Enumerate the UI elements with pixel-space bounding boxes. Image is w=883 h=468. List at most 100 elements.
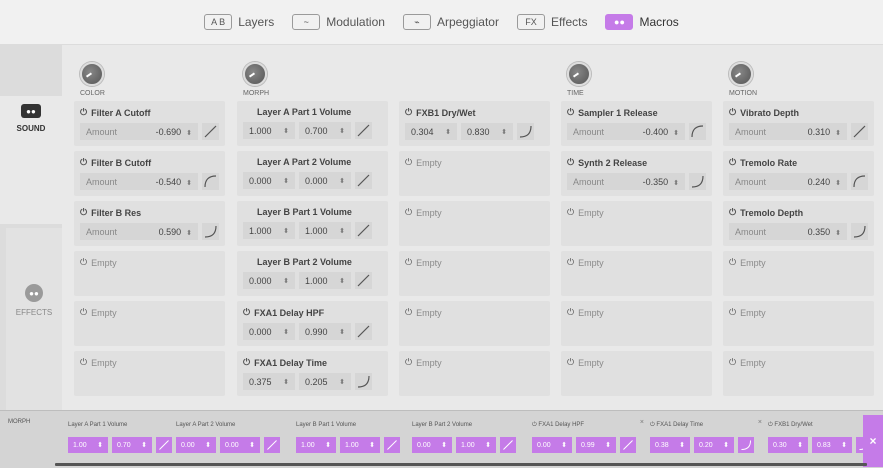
range-min-field[interactable]: 1.000 ⬍ (243, 222, 295, 239)
macro-slot[interactable]: Layer A Part 2 Volume 0.000 ⬍ 0.000 ⬍ (237, 151, 388, 196)
power-icon[interactable]: ⏻ (729, 357, 736, 368)
range-max-field[interactable]: 1.000 ⬍ (299, 222, 351, 239)
macro-slot[interactable]: ⏻ Filter B Res Amount 0.590 ⬍ (74, 201, 225, 246)
macro-slot[interactable]: ⏻ Empty (561, 251, 712, 296)
range-min-field[interactable]: 0.00 ⬍ (532, 437, 572, 453)
spinner-icon[interactable]: ⬍ (797, 441, 803, 449)
spinner-icon[interactable]: ⬍ (369, 441, 375, 449)
spinner-icon[interactable]: ⬍ (339, 328, 345, 336)
macro-slot[interactable]: ⏻ Sampler 1 Release Amount -0.400 ⬍ (561, 101, 712, 146)
power-icon[interactable]: ⏻ (405, 157, 412, 168)
macro-knob[interactable] (243, 62, 267, 86)
macro-slot[interactable]: ⏻ Tremolo Rate Amount 0.240 ⬍ (723, 151, 874, 196)
macro-slot[interactable]: ⏻ Empty (399, 301, 550, 346)
spinner-icon[interactable]: ⬍ (283, 177, 289, 185)
power-icon[interactable]: ⏻ (405, 357, 412, 368)
tab-arpeggiator[interactable]: ⌁ Arpeggiator (402, 14, 499, 30)
power-icon[interactable]: ⏻ (729, 257, 736, 268)
range-min-field[interactable]: 1.000 ⬍ (243, 122, 295, 139)
macro-slot[interactable]: ⏻ Empty (723, 301, 874, 346)
macro-slot[interactable]: ⏻ Empty (74, 301, 225, 346)
sidebar-item-effects[interactable]: ●● EFFECTS (6, 228, 62, 410)
curve-icon[interactable] (517, 123, 534, 140)
range-max-field[interactable]: 0.70 ⬍ (112, 437, 152, 453)
macro-slot[interactable]: Layer B Part 1 Volume 1.000 ⬍ 1.000 ⬍ (237, 201, 388, 246)
macro-knob[interactable] (567, 62, 591, 86)
curve-icon[interactable] (738, 437, 754, 453)
curve-icon[interactable] (851, 223, 868, 240)
curve-icon[interactable] (355, 272, 372, 289)
range-min-field[interactable]: 0.000 ⬍ (243, 272, 295, 289)
range-min-field[interactable]: 0.00 ⬍ (412, 437, 452, 453)
macro-slot[interactable]: ⏻ Empty (399, 151, 550, 196)
curve-icon[interactable] (500, 437, 516, 453)
spinner-icon[interactable]: ⬍ (605, 441, 611, 449)
spinner-icon[interactable]: ⬍ (141, 441, 147, 449)
bottom-morph-slot[interactable]: Layer A Part 2 Volume 0.00 ⬍ 0.00 ⬍ (176, 419, 288, 464)
macro-slot[interactable]: ⏻ Filter A Cutoff Amount -0.690 ⬍ (74, 101, 225, 146)
curve-icon[interactable] (156, 437, 172, 453)
power-icon[interactable]: ⏻ (405, 257, 412, 268)
range-min-field[interactable]: 1.00 ⬍ (68, 437, 108, 453)
curve-icon[interactable] (355, 323, 372, 340)
curve-icon[interactable] (264, 437, 280, 453)
power-icon[interactable]: ⏻ (405, 307, 412, 318)
spinner-icon[interactable]: ⬍ (841, 441, 847, 449)
curve-icon[interactable] (355, 172, 372, 189)
amount-field[interactable]: Amount 0.240 ⬍ (729, 173, 847, 190)
amount-field[interactable]: Amount -0.540 ⬍ (80, 173, 198, 190)
remove-icon[interactable]: × (640, 419, 644, 426)
range-min-field[interactable]: 0.30 ⬍ (768, 437, 808, 453)
spinner-icon[interactable]: ⬍ (561, 441, 567, 449)
spinner-icon[interactable]: ⬍ (501, 128, 507, 136)
power-icon[interactable]: ⏻ (567, 107, 574, 118)
spinner-icon[interactable]: ⬍ (186, 130, 192, 137)
sidebar-item-sound[interactable]: ●● SOUND (0, 96, 62, 224)
horizontal-scrollbar[interactable] (55, 463, 867, 466)
power-icon[interactable]: ⏻ (729, 207, 736, 218)
curve-icon[interactable] (689, 123, 706, 140)
power-icon[interactable]: ⏻ (567, 307, 574, 318)
macro-slot[interactable]: ⏻ FXA1 Delay HPF 0.000 ⬍ 0.990 ⬍ (237, 301, 388, 346)
curve-icon[interactable] (202, 123, 219, 140)
power-icon[interactable]: ⏻ (729, 157, 736, 168)
range-max-field[interactable]: 0.000 ⬍ (299, 172, 351, 189)
spinner-icon[interactable]: ⬍ (186, 230, 192, 237)
power-icon[interactable]: ⏻ (729, 107, 736, 118)
spinner-icon[interactable]: ⬍ (339, 127, 345, 135)
power-icon[interactable]: ⏻ (80, 107, 87, 118)
range-min-field[interactable]: 0.375 ⬍ (243, 373, 295, 390)
spinner-icon[interactable]: ⬍ (283, 277, 289, 285)
spinner-icon[interactable]: ⬍ (835, 180, 841, 187)
power-icon[interactable]: ⏻ (243, 357, 250, 368)
spinner-icon[interactable]: ⬍ (485, 441, 491, 449)
spinner-icon[interactable]: ⬍ (441, 441, 447, 449)
close-button[interactable]: × (863, 415, 883, 467)
tab-macros[interactable]: ●● Macros (605, 14, 679, 30)
macro-slot[interactable]: ⏻ Empty (74, 251, 225, 296)
macro-knob[interactable] (80, 62, 104, 86)
macro-slot[interactable]: ⏻ Empty (561, 351, 712, 396)
range-max-field[interactable]: 0.700 ⬍ (299, 122, 351, 139)
macro-slot[interactable]: ⏻ FXA1 Delay Time 0.375 ⬍ 0.205 ⬍ (237, 351, 388, 396)
curve-icon[interactable] (851, 123, 868, 140)
macro-slot[interactable]: Layer A Part 1 Volume 1.000 ⬍ 0.700 ⬍ (237, 101, 388, 146)
spinner-icon[interactable]: ⬍ (723, 441, 729, 449)
spinner-icon[interactable]: ⬍ (445, 128, 451, 136)
spinner-icon[interactable]: ⬍ (339, 277, 345, 285)
range-min-field[interactable]: 0.000 ⬍ (243, 323, 295, 340)
power-icon[interactable]: ⏻ (243, 307, 250, 318)
spinner-icon[interactable]: ⬍ (186, 180, 192, 187)
range-max-field[interactable]: 0.00 ⬍ (220, 437, 260, 453)
range-max-field[interactable]: 1.00 ⬍ (456, 437, 496, 453)
range-max-field[interactable]: 0.99 ⬍ (576, 437, 616, 453)
power-icon[interactable]: ⏻ (567, 157, 574, 168)
curve-icon[interactable] (620, 437, 636, 453)
bottom-morph-slot[interactable]: Layer B Part 1 Volume 1.00 ⬍ 1.00 ⬍ (296, 419, 408, 464)
curve-icon[interactable] (202, 223, 219, 240)
curve-icon[interactable] (355, 373, 372, 390)
spinner-icon[interactable]: ⬍ (835, 230, 841, 237)
power-icon[interactable]: ⏻ (567, 257, 574, 268)
spinner-icon[interactable]: ⬍ (673, 180, 679, 187)
power-icon[interactable]: ⏻ (405, 207, 412, 218)
